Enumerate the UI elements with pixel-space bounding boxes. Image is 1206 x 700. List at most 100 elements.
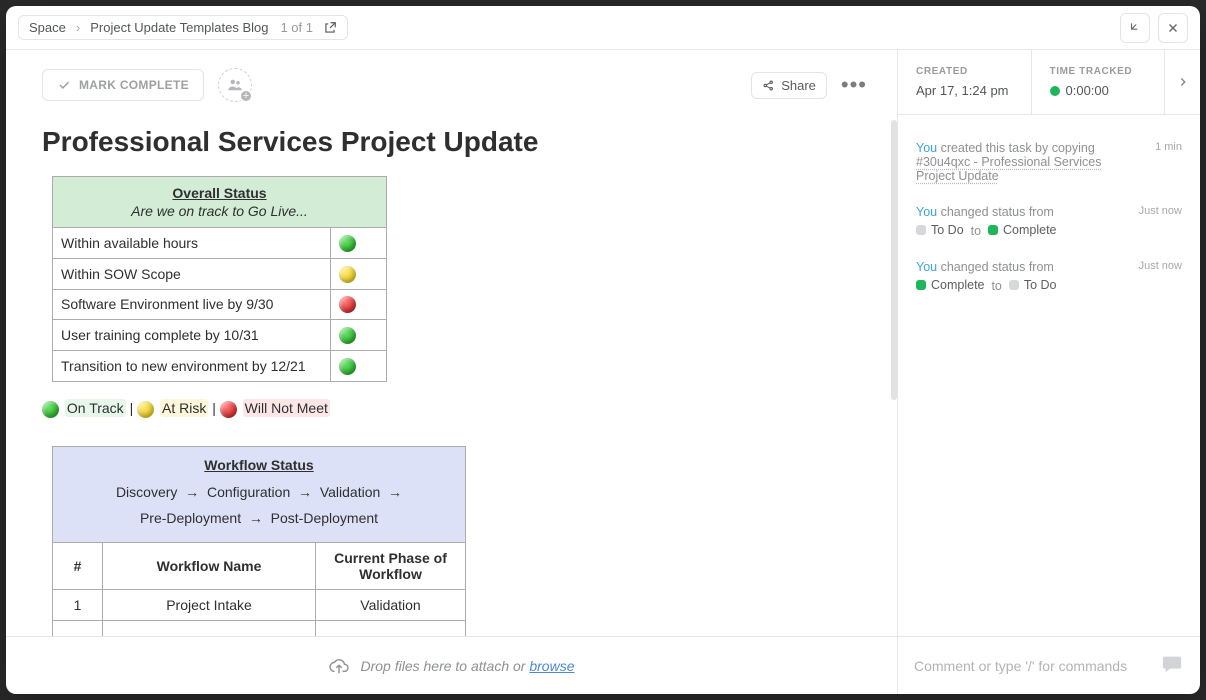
activity-item: Just now You changed status from Complet… <box>916 260 1182 293</box>
col-name: Workflow Name <box>103 542 316 589</box>
status-label: Complete <box>1003 223 1057 237</box>
dot-green-icon <box>339 358 356 375</box>
content: Professional Services Project Update Ove… <box>6 120 897 636</box>
activity-text: created this task by copying <box>937 141 1095 155</box>
status-indicator <box>331 289 387 320</box>
comment-icon[interactable] <box>1160 653 1184 678</box>
activity-user[interactable]: You <box>916 141 937 155</box>
workflow-heading: Workflow Status <box>63 457 455 473</box>
plus-icon: + <box>239 89 253 103</box>
status-label: Within available hours <box>53 228 331 259</box>
body: MARK COMPLETE + Share ••• Professional S… <box>6 50 1200 636</box>
browse-link[interactable]: browse <box>529 658 574 674</box>
legend-will-not-meet: Will Not Meet <box>243 399 330 417</box>
meta: CREATED Apr 17, 1:24 pm TIME TRACKED 0:0… <box>898 50 1200 115</box>
dot-green-icon <box>339 235 356 252</box>
square-icon <box>916 225 926 235</box>
table-row <box>53 620 466 636</box>
minimize-button[interactable] <box>1120 13 1150 43</box>
overall-sub: Are we on track to Go Live... <box>61 203 378 219</box>
col-phase: Current Phase of Workflow <box>316 542 466 589</box>
table-row: Within SOW Scope <box>53 258 387 289</box>
breadcrumb[interactable]: Space › Project Update Templates Blog 1 … <box>18 15 348 40</box>
overall-header: Overall Status Are we on track to Go Liv… <box>53 177 387 228</box>
time-value: 0:00:00 <box>1066 83 1109 98</box>
assignee-add[interactable]: + <box>218 68 252 102</box>
open-external-icon[interactable] <box>323 21 337 35</box>
activity-text: changed status from <box>937 260 1054 274</box>
share-label: Share <box>781 78 816 93</box>
activity-link[interactable]: #30u4qxc - Professional Services Project… <box>916 155 1102 183</box>
main: MARK COMPLETE + Share ••• Professional S… <box>6 50 898 636</box>
status-indicator <box>331 258 387 289</box>
workflow-table: Workflow Status Discovery → Configuratio… <box>52 446 466 636</box>
mark-complete-label: MARK COMPLETE <box>79 78 189 92</box>
footer: Drop files here to attach or browse <box>6 636 1200 694</box>
square-icon <box>988 225 998 235</box>
status-to: To Do <box>1009 278 1057 292</box>
record-icon <box>1050 86 1060 96</box>
dropzone[interactable]: Drop files here to attach or browse <box>6 637 898 694</box>
check-icon <box>57 78 71 92</box>
col-num: # <box>53 542 103 589</box>
breadcrumb-count: 1 of 1 <box>280 20 313 35</box>
status-indicator <box>331 351 387 382</box>
stage: Validation <box>320 484 380 500</box>
status-label: To Do <box>1024 278 1057 292</box>
stage: Discovery <box>116 484 177 500</box>
legend-on-track: On Track <box>65 399 126 417</box>
share-button[interactable]: Share <box>751 72 827 99</box>
task-title[interactable]: Professional Services Project Update <box>42 126 861 158</box>
activity-user[interactable]: You <box>916 260 937 274</box>
status-indicator <box>331 228 387 259</box>
meta-created-value: Apr 17, 1:24 pm <box>916 83 1013 98</box>
status-label: To Do <box>931 223 964 237</box>
share-icon <box>762 79 775 92</box>
meta-time-label: TIME TRACKED <box>1050 66 1147 77</box>
header-right: Share ••• <box>751 72 867 99</box>
sep: | <box>130 400 138 416</box>
status-from: Complete <box>916 278 985 292</box>
wf-num: 1 <box>53 589 103 620</box>
dot-green-icon <box>339 327 356 344</box>
activity-item: Just now You changed status from To Do t… <box>916 205 1182 238</box>
stage: Configuration <box>207 484 290 500</box>
close-button[interactable] <box>1158 13 1188 43</box>
activity-item: 1 min You created this task by copying #… <box>916 141 1182 183</box>
legend-at-risk: At Risk <box>160 399 208 417</box>
breadcrumb-page[interactable]: Project Update Templates Blog <box>90 20 268 35</box>
activity-time: 1 min <box>1155 141 1182 153</box>
status-from: To Do <box>916 223 964 237</box>
mark-complete-button[interactable]: MARK COMPLETE <box>42 69 204 101</box>
activity-time: Just now <box>1139 260 1182 272</box>
table-row: 1 Project Intake Validation <box>53 589 466 620</box>
expand-sidebar[interactable] <box>1164 50 1200 114</box>
workflow-stages: Discovery → Configuration → Validation →… <box>63 479 455 532</box>
comment-box[interactable] <box>898 637 1200 694</box>
wf-phase: Validation <box>316 589 466 620</box>
stage: Pre-Deployment <box>140 510 241 526</box>
activity-user[interactable]: You <box>916 205 937 219</box>
cloud-upload-icon <box>328 657 350 675</box>
meta-time-tracked[interactable]: TIME TRACKED 0:00:00 <box>1031 50 1165 114</box>
square-icon <box>1009 280 1019 290</box>
scrollbar[interactable] <box>891 120 897 400</box>
status-label: Complete <box>931 278 985 292</box>
overall-heading: Overall Status <box>61 185 378 201</box>
drop-text: Drop files here to attach or <box>360 658 529 674</box>
status-to: Complete <box>988 223 1057 237</box>
topbar-actions <box>1120 13 1188 43</box>
dot-yellow-icon <box>339 266 356 283</box>
to-word: to <box>991 279 1001 293</box>
sep: | <box>212 400 220 416</box>
legend: On Track | At Risk | Will Not Meet <box>42 400 861 418</box>
breadcrumb-root[interactable]: Space <box>29 20 66 35</box>
comment-input[interactable] <box>914 658 1150 674</box>
more-menu[interactable]: ••• <box>841 72 867 98</box>
dot-green-icon <box>42 401 59 418</box>
status-label: Software Environment live by 9/30 <box>53 289 331 320</box>
stage: Post-Deployment <box>271 510 378 526</box>
wf-phase <box>316 620 466 636</box>
table-row: User training complete by 10/31 <box>53 320 387 351</box>
table-row: Transition to new environment by 12/21 <box>53 351 387 382</box>
